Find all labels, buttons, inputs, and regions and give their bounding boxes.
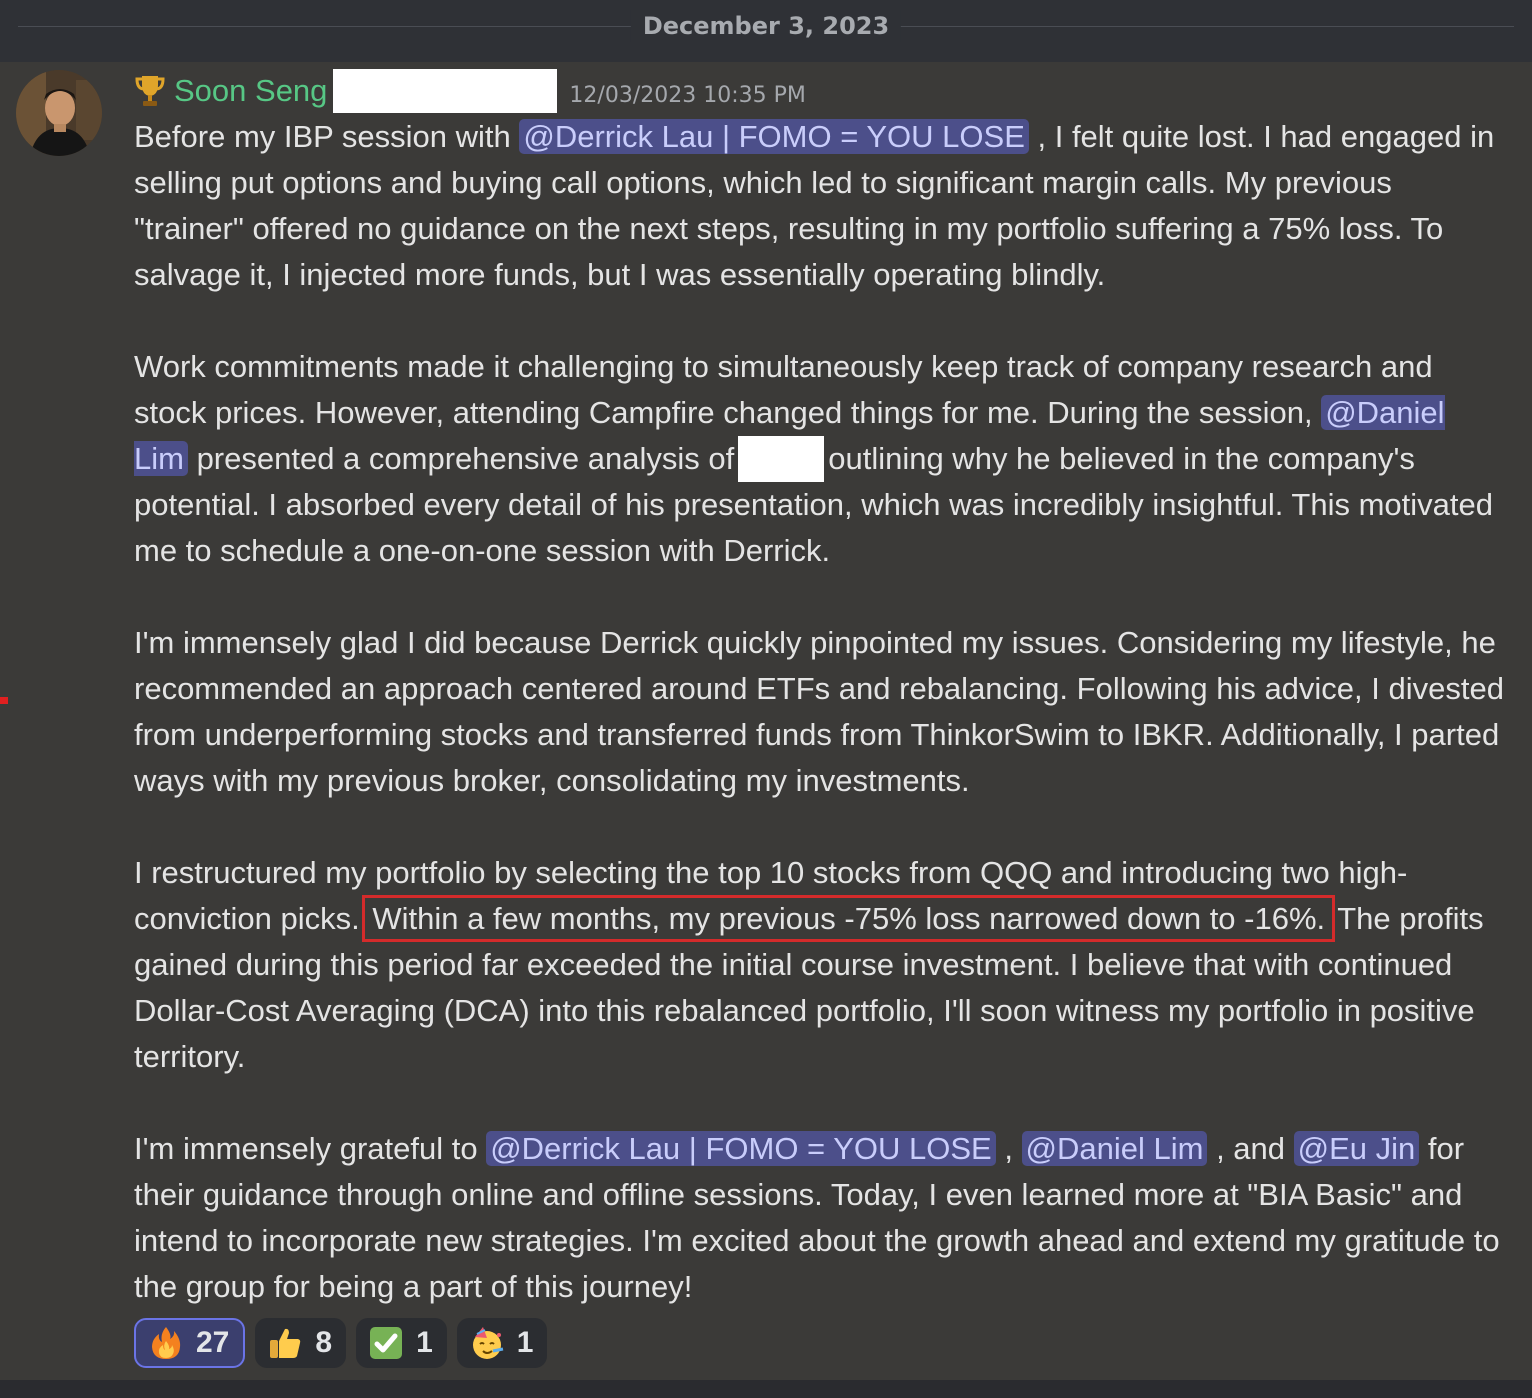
bottom-bar: [0, 1380, 1532, 1398]
message-content: Before my IBP session with @Derrick Lau …: [134, 114, 1504, 1310]
fire-icon: [148, 1325, 184, 1361]
chat-message: Soon Seng 12/03/2023 10:35 PM Before my …: [0, 62, 1532, 1380]
reaction-count: 8: [315, 1326, 333, 1359]
text-span: ,: [995, 1131, 1022, 1166]
date-divider: December 3, 2023: [0, 0, 1532, 62]
message-timestamp: 12/03/2023 10:35 PM: [569, 82, 806, 108]
text-span: presented a comprehensive analysis of: [187, 441, 735, 476]
redacted-block: [333, 69, 558, 113]
avatar[interactable]: [16, 70, 102, 156]
paragraph: I restructured my portfolio by selecting…: [134, 850, 1504, 1080]
mention[interactable]: @Eu Jin: [1293, 1131, 1420, 1166]
text-span: I'm immensely glad I did because Derrick…: [134, 625, 1504, 798]
text-span: Work commitments made it challenging to …: [134, 349, 1433, 430]
reaction-fire[interactable]: 27: [134, 1318, 246, 1368]
username[interactable]: Soon Seng: [174, 73, 327, 109]
reaction-count: 1: [516, 1326, 534, 1359]
mention[interactable]: @Derrick Lau | FOMO = YOU LOSE: [486, 1131, 996, 1166]
text-span: Before my IBP session with: [134, 119, 520, 154]
paragraph: I'm immensely glad I did because Derrick…: [134, 620, 1504, 804]
reaction-count: 1: [416, 1326, 433, 1359]
thumbs-up-icon: [267, 1325, 303, 1361]
date-divider-label: December 3, 2023: [630, 10, 902, 42]
trophy-icon: [134, 73, 166, 109]
text-span: I'm immensely grateful to: [134, 1131, 487, 1166]
mention[interactable]: @Derrick Lau | FOMO = YOU LOSE: [519, 119, 1029, 154]
redacted-block: [738, 436, 825, 482]
edge-marker: [0, 697, 8, 704]
text-span: , and: [1207, 1131, 1294, 1166]
reaction-partying-face[interactable]: 1: [456, 1318, 548, 1368]
highlighted-text: Within a few months, my previous -75% lo…: [362, 895, 1336, 942]
paragraph: I'm immensely grateful to @Derrick Lau |…: [134, 1126, 1504, 1310]
reaction-count: 27: [196, 1326, 230, 1359]
mention[interactable]: @Daniel Lim: [1021, 1131, 1208, 1166]
paragraph: Work commitments made it challenging to …: [134, 344, 1504, 574]
message-header: Soon Seng 12/03/2023 10:35 PM: [134, 68, 806, 114]
check-mark-icon: [368, 1325, 404, 1361]
paragraph: Before my IBP session with @Derrick Lau …: [134, 114, 1504, 298]
reactions-bar: 27 8 1 1: [134, 1318, 548, 1368]
partying-face-icon: [469, 1325, 505, 1361]
reaction-check-mark[interactable]: 1: [356, 1318, 447, 1368]
reaction-thumbs-up[interactable]: 8: [255, 1318, 347, 1368]
